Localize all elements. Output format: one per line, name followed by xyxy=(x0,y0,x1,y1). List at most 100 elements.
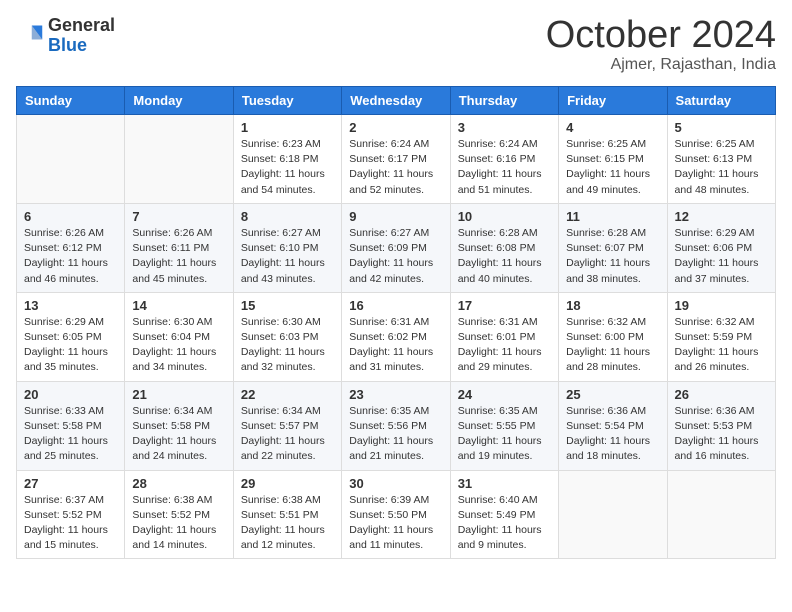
day-number: 14 xyxy=(132,298,225,313)
location-title: Ajmer, Rajasthan, India xyxy=(546,56,776,74)
day-info: Sunrise: 6:24 AM Sunset: 6:17 PM Dayligh… xyxy=(349,137,442,198)
day-info: Sunrise: 6:28 AM Sunset: 6:07 PM Dayligh… xyxy=(566,226,659,287)
day-number: 24 xyxy=(458,387,551,402)
day-cell: 16 Sunrise: 6:31 AM Sunset: 6:02 PM Dayli… xyxy=(342,292,450,381)
day-number: 22 xyxy=(241,387,334,402)
day-number: 16 xyxy=(349,298,442,313)
header-friday: Friday xyxy=(559,87,667,115)
header-row: SundayMondayTuesdayWednesdayThursdayFrid… xyxy=(17,87,776,115)
day-info: Sunrise: 6:36 AM Sunset: 5:54 PM Dayligh… xyxy=(566,404,659,465)
day-cell: 18 Sunrise: 6:32 AM Sunset: 6:00 PM Dayli… xyxy=(559,292,667,381)
day-number: 23 xyxy=(349,387,442,402)
day-info: Sunrise: 6:32 AM Sunset: 5:59 PM Dayligh… xyxy=(675,315,768,376)
day-cell: 30Sunrise: 6:39 AM Sunset: 5:50 PM Dayli… xyxy=(342,470,450,559)
day-number: 18 xyxy=(566,298,659,313)
day-cell: 13 Sunrise: 6:29 AM Sunset: 6:05 PM Dayli… xyxy=(17,292,125,381)
day-cell xyxy=(559,470,667,559)
logo-icon xyxy=(16,22,44,50)
day-cell: 23 Sunrise: 6:35 AM Sunset: 5:56 PM Dayli… xyxy=(342,381,450,470)
header-monday: Monday xyxy=(125,87,233,115)
day-number: 8 xyxy=(241,209,334,224)
day-cell xyxy=(17,115,125,204)
week-row-2: 6Sunrise: 6:26 AM Sunset: 6:12 PM Daylig… xyxy=(17,203,776,292)
day-info: Sunrise: 6:35 AM Sunset: 5:56 PM Dayligh… xyxy=(349,404,442,465)
day-cell: 26 Sunrise: 6:36 AM Sunset: 5:53 PM Dayli… xyxy=(667,381,775,470)
day-info: Sunrise: 6:39 AM Sunset: 5:50 PM Dayligh… xyxy=(349,493,442,554)
day-cell: 14 Sunrise: 6:30 AM Sunset: 6:04 PM Dayli… xyxy=(125,292,233,381)
day-cell xyxy=(667,470,775,559)
day-number: 3 xyxy=(458,120,551,135)
day-info: Sunrise: 6:35 AM Sunset: 5:55 PM Dayligh… xyxy=(458,404,551,465)
header-thursday: Thursday xyxy=(450,87,558,115)
day-cell: 31 Sunrise: 6:40 AM Sunset: 5:49 PM Dayli… xyxy=(450,470,558,559)
day-cell: 17Sunrise: 6:31 AM Sunset: 6:01 PM Dayli… xyxy=(450,292,558,381)
day-cell: 2 Sunrise: 6:24 AM Sunset: 6:17 PM Daylig… xyxy=(342,115,450,204)
day-info: Sunrise: 6:38 AM Sunset: 5:52 PM Dayligh… xyxy=(132,493,225,554)
day-cell: 11Sunrise: 6:28 AM Sunset: 6:07 PM Dayli… xyxy=(559,203,667,292)
day-number: 2 xyxy=(349,120,442,135)
day-number: 9 xyxy=(349,209,442,224)
day-info: Sunrise: 6:29 AM Sunset: 6:05 PM Dayligh… xyxy=(24,315,117,376)
day-info: Sunrise: 6:31 AM Sunset: 6:01 PM Dayligh… xyxy=(458,315,551,376)
header-wednesday: Wednesday xyxy=(342,87,450,115)
day-cell: 9 Sunrise: 6:27 AM Sunset: 6:09 PM Daylig… xyxy=(342,203,450,292)
header-tuesday: Tuesday xyxy=(233,87,341,115)
day-cell: 3 Sunrise: 6:24 AM Sunset: 6:16 PM Daylig… xyxy=(450,115,558,204)
day-number: 19 xyxy=(675,298,768,313)
day-cell: 5Sunrise: 6:25 AM Sunset: 6:13 PM Daylig… xyxy=(667,115,775,204)
day-number: 25 xyxy=(566,387,659,402)
day-cell: 29Sunrise: 6:38 AM Sunset: 5:51 PM Dayli… xyxy=(233,470,341,559)
day-info: Sunrise: 6:27 AM Sunset: 6:10 PM Dayligh… xyxy=(241,226,334,287)
day-cell: 25 Sunrise: 6:36 AM Sunset: 5:54 PM Dayli… xyxy=(559,381,667,470)
day-cell: 8 Sunrise: 6:27 AM Sunset: 6:10 PM Daylig… xyxy=(233,203,341,292)
day-cell: 19 Sunrise: 6:32 AM Sunset: 5:59 PM Dayli… xyxy=(667,292,775,381)
day-number: 7 xyxy=(132,209,225,224)
day-info: Sunrise: 6:37 AM Sunset: 5:52 PM Dayligh… xyxy=(24,493,117,554)
day-cell: 22 Sunrise: 6:34 AM Sunset: 5:57 PM Dayli… xyxy=(233,381,341,470)
day-info: Sunrise: 6:25 AM Sunset: 6:15 PM Dayligh… xyxy=(566,137,659,198)
day-number: 31 xyxy=(458,476,551,491)
day-number: 27 xyxy=(24,476,117,491)
day-cell: 21Sunrise: 6:34 AM Sunset: 5:58 PM Dayli… xyxy=(125,381,233,470)
day-cell: 7Sunrise: 6:26 AM Sunset: 6:11 PM Daylig… xyxy=(125,203,233,292)
day-info: Sunrise: 6:34 AM Sunset: 5:57 PM Dayligh… xyxy=(241,404,334,465)
day-info: Sunrise: 6:40 AM Sunset: 5:49 PM Dayligh… xyxy=(458,493,551,554)
day-number: 21 xyxy=(132,387,225,402)
day-number: 4 xyxy=(566,120,659,135)
day-info: Sunrise: 6:29 AM Sunset: 6:06 PM Dayligh… xyxy=(675,226,768,287)
day-number: 26 xyxy=(675,387,768,402)
day-cell: 15Sunrise: 6:30 AM Sunset: 6:03 PM Dayli… xyxy=(233,292,341,381)
title-block: October 2024 Ajmer, Rajasthan, India xyxy=(546,16,776,74)
day-number: 20 xyxy=(24,387,117,402)
day-cell: 24 Sunrise: 6:35 AM Sunset: 5:55 PM Dayli… xyxy=(450,381,558,470)
month-title: October 2024 xyxy=(546,16,776,54)
week-row-1: 1Sunrise: 6:23 AM Sunset: 6:18 PM Daylig… xyxy=(17,115,776,204)
day-number: 28 xyxy=(132,476,225,491)
header-saturday: Saturday xyxy=(667,87,775,115)
day-info: Sunrise: 6:28 AM Sunset: 6:08 PM Dayligh… xyxy=(458,226,551,287)
page-header: General Blue October 2024 Ajmer, Rajasth… xyxy=(16,16,776,74)
day-number: 10 xyxy=(458,209,551,224)
day-number: 1 xyxy=(241,120,334,135)
day-cell: 27 Sunrise: 6:37 AM Sunset: 5:52 PM Dayli… xyxy=(17,470,125,559)
day-info: Sunrise: 6:24 AM Sunset: 6:16 PM Dayligh… xyxy=(458,137,551,198)
week-row-3: 13 Sunrise: 6:29 AM Sunset: 6:05 PM Dayli… xyxy=(17,292,776,381)
header-sunday: Sunday xyxy=(17,87,125,115)
day-number: 5 xyxy=(675,120,768,135)
day-cell: 6Sunrise: 6:26 AM Sunset: 6:12 PM Daylig… xyxy=(17,203,125,292)
day-info: Sunrise: 6:27 AM Sunset: 6:09 PM Dayligh… xyxy=(349,226,442,287)
day-cell: 12 Sunrise: 6:29 AM Sunset: 6:06 PM Dayli… xyxy=(667,203,775,292)
day-number: 13 xyxy=(24,298,117,313)
day-info: Sunrise: 6:36 AM Sunset: 5:53 PM Dayligh… xyxy=(675,404,768,465)
day-info: Sunrise: 6:26 AM Sunset: 6:12 PM Dayligh… xyxy=(24,226,117,287)
day-cell: 28 Sunrise: 6:38 AM Sunset: 5:52 PM Dayli… xyxy=(125,470,233,559)
day-number: 12 xyxy=(675,209,768,224)
day-cell: 20 Sunrise: 6:33 AM Sunset: 5:58 PM Dayli… xyxy=(17,381,125,470)
day-info: Sunrise: 6:32 AM Sunset: 6:00 PM Dayligh… xyxy=(566,315,659,376)
day-info: Sunrise: 6:31 AM Sunset: 6:02 PM Dayligh… xyxy=(349,315,442,376)
day-cell: 1Sunrise: 6:23 AM Sunset: 6:18 PM Daylig… xyxy=(233,115,341,204)
day-number: 29 xyxy=(241,476,334,491)
calendar-table: SundayMondayTuesdayWednesdayThursdayFrid… xyxy=(16,86,776,559)
day-info: Sunrise: 6:33 AM Sunset: 5:58 PM Dayligh… xyxy=(24,404,117,465)
day-info: Sunrise: 6:30 AM Sunset: 6:04 PM Dayligh… xyxy=(132,315,225,376)
